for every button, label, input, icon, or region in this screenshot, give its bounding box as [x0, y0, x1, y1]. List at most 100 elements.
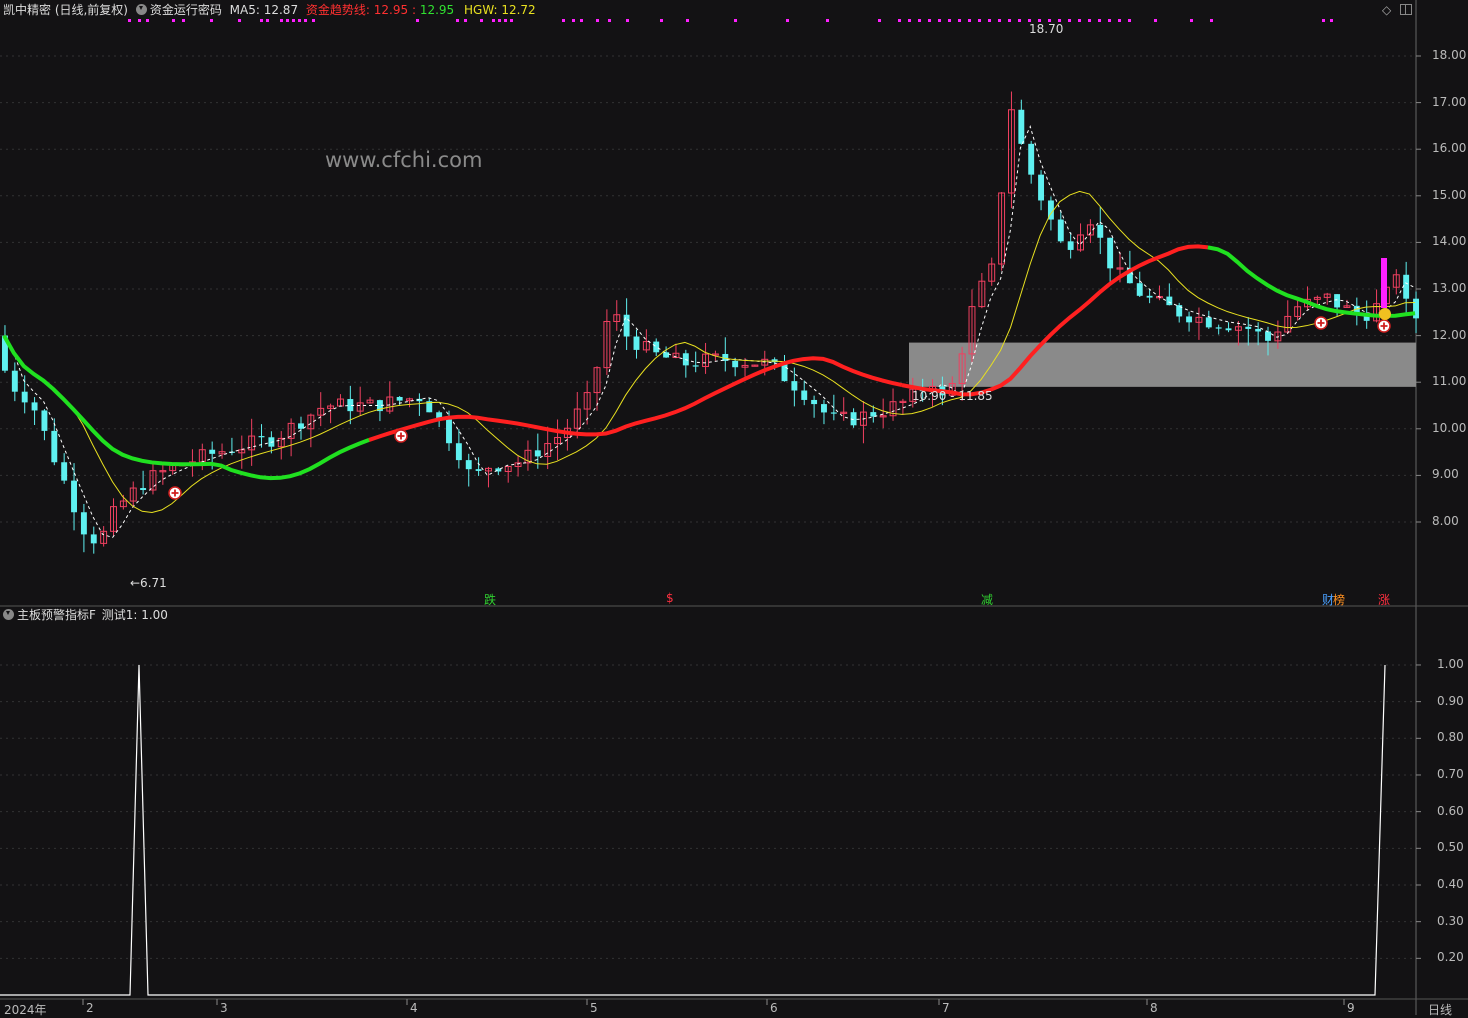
- signal-reduce: 减: [981, 593, 994, 607]
- candle: [71, 480, 77, 513]
- signal-dot: [210, 19, 213, 22]
- signal-dot: [464, 19, 467, 22]
- signal-dot: [968, 19, 971, 22]
- signal-dot: [686, 19, 689, 22]
- candle: [1097, 224, 1104, 238]
- signal-dollar: $: [666, 591, 674, 605]
- time-label: 3: [220, 1001, 228, 1015]
- chart-header: 凯中精密 (日线,前复权) 资金运行密码 MA5: 12.87 资金趋势线: 1…: [3, 2, 536, 18]
- signal-dot: [182, 19, 185, 22]
- candle: [821, 404, 827, 413]
- signal-dot: [504, 19, 507, 22]
- candle: [1146, 295, 1153, 298]
- candle: [209, 449, 216, 454]
- signal-dot: [498, 19, 501, 22]
- test1-line: [0, 664, 1386, 996]
- trend-line-value-2: 12.95: [419, 3, 455, 17]
- signal-dot: [826, 19, 829, 22]
- candle: [1107, 237, 1114, 269]
- candle: [1215, 327, 1222, 329]
- candle: [1403, 274, 1410, 299]
- signal-dot: [1210, 19, 1213, 22]
- candle: [1334, 294, 1341, 308]
- candle: [1186, 316, 1193, 323]
- candle: [1018, 109, 1025, 144]
- candle: [140, 488, 147, 491]
- signal-dot: [898, 19, 901, 22]
- candle: [258, 436, 265, 438]
- candle: [455, 443, 462, 461]
- signal-dot: [1068, 19, 1071, 22]
- signal-dot: [958, 19, 961, 22]
- candle: [534, 450, 541, 457]
- low-annotation: ←6.71: [130, 576, 167, 590]
- test1-value: 测试1: 1.00: [101, 608, 168, 622]
- signal-dot: [312, 19, 315, 22]
- window-icon[interactable]: [1400, 4, 1412, 15]
- stock-title: 凯中精密 (日线,前复权): [3, 3, 128, 17]
- signal-dot: [1330, 19, 1333, 22]
- sub-chart-header: 主板预警指标F 测试1: 1.00: [3, 607, 168, 623]
- collapse-icon[interactable]: [135, 4, 147, 15]
- candle: [1255, 328, 1262, 332]
- candle: [811, 399, 818, 405]
- candle: [653, 341, 660, 353]
- signal-dot: [480, 19, 483, 22]
- signal-dot: [734, 19, 737, 22]
- signal-dot: [1190, 19, 1193, 22]
- candle: [1136, 283, 1143, 296]
- price-tick: 11.00: [1432, 374, 1467, 389]
- indicator-name[interactable]: 资金运行密码: [150, 3, 222, 17]
- signal-dot: [1088, 19, 1091, 22]
- candle: [633, 336, 640, 350]
- candle: [1205, 317, 1212, 328]
- hgw-value: HGW: 12.72: [464, 3, 536, 17]
- price-chart[interactable]: [0, 0, 1468, 1015]
- signal-dot: [1118, 19, 1121, 22]
- signal-rank: 榜: [1333, 593, 1346, 607]
- candle: [80, 512, 87, 535]
- period-label[interactable]: 日线: [1428, 1001, 1452, 1018]
- signal-dot: [908, 19, 911, 22]
- sub-tick: 0.40: [1437, 876, 1464, 891]
- diamond-icon[interactable]: ◇: [1382, 3, 1391, 17]
- signal-dot: [510, 19, 513, 22]
- signal-dot: [572, 19, 575, 22]
- time-label: 2: [86, 1001, 94, 1015]
- collapse-icon[interactable]: [3, 609, 14, 620]
- support-zone: [909, 342, 1416, 387]
- ma5-value: MA5: 12.87: [229, 3, 299, 17]
- time-label: 6: [770, 1001, 778, 1015]
- time-label: 7: [942, 1001, 950, 1015]
- sub-tick: 0.30: [1437, 913, 1464, 928]
- candle: [396, 396, 403, 401]
- signal-dot: [786, 19, 789, 22]
- sub-tick: 0.60: [1437, 803, 1464, 818]
- signal-dot: [1128, 19, 1131, 22]
- candle: [51, 430, 58, 463]
- signal-dot: [562, 19, 565, 22]
- candle: [1038, 174, 1045, 201]
- candle: [1265, 331, 1271, 341]
- time-label: 4: [410, 1001, 418, 1015]
- signal-dot: [280, 19, 283, 22]
- signal-dot: [1322, 19, 1325, 22]
- signal-dot: [878, 19, 881, 22]
- signal-dot: [596, 19, 599, 22]
- candle: [446, 419, 452, 444]
- signal-dot: [456, 19, 459, 22]
- signal-dot: [292, 19, 295, 22]
- candle: [298, 423, 304, 429]
- candle: [1245, 326, 1252, 329]
- candle: [475, 469, 482, 471]
- signal-dot: [266, 19, 269, 22]
- signal-dot: [138, 19, 141, 22]
- signal-dot: [304, 19, 307, 22]
- signal-dot: [1018, 19, 1021, 22]
- candle: [61, 462, 68, 481]
- sub-indicator-name[interactable]: 主板预警指标F: [17, 608, 96, 622]
- candle: [1057, 219, 1064, 242]
- time-label: 2024年: [4, 1003, 47, 1017]
- signal-dot: [918, 19, 921, 22]
- signal-dot: [608, 19, 611, 22]
